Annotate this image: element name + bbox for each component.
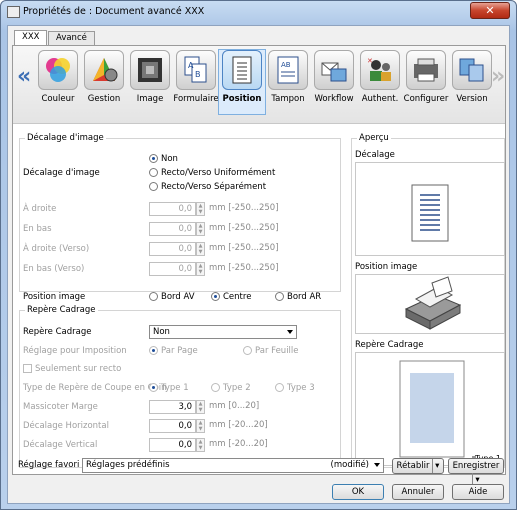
toolbar-item-workflow[interactable]: Workflow: [311, 50, 357, 114]
position-preview: [355, 274, 505, 334]
preview-position-label: Position image: [355, 262, 418, 272]
trim-margin-label: Massicoter Marge: [23, 402, 98, 412]
stamp-icon: AB: [277, 56, 299, 84]
toolbar-item-image[interactable]: Image: [127, 50, 173, 114]
position-option-bord-ar[interactable]: Bord AR: [275, 292, 321, 302]
toolbar-item-formulaire[interactable]: AB Formulaire: [173, 50, 219, 114]
image-icon: [138, 58, 162, 82]
crop-type-label: Type de Repère de Coupe en Coin: [23, 383, 167, 393]
offset-right-verso-label: À droite (Verso): [23, 244, 90, 254]
offset-option-uniform[interactable]: Recto/Verso Uniformément: [149, 168, 275, 178]
favorites-label: Réglage favori: [18, 460, 80, 470]
dialog-window: Propriétés de : Document avancé XXX ✕ XX…: [0, 0, 517, 510]
gear-color-icon: [93, 58, 118, 82]
offset-option-separate[interactable]: Recto/Verso Séparément: [149, 182, 266, 192]
crop-label: Repère Cadrage: [23, 327, 92, 337]
save-button[interactable]: Enregistrer ▾: [448, 458, 504, 487]
position-option-centre[interactable]: Centre: [211, 292, 251, 302]
scroll-right-icon[interactable]: »: [491, 64, 505, 89]
toolbar-item-tampon[interactable]: AB Tampon: [265, 50, 311, 114]
offset-group-title: Décalage d'image: [25, 133, 106, 143]
cancel-button[interactable]: Annuler: [392, 484, 444, 500]
printer-icon: [7, 6, 20, 18]
close-button[interactable]: ✕: [470, 2, 510, 19]
preview-offset-label: Décalage: [355, 150, 395, 160]
preview-title: Aperçu: [357, 133, 391, 143]
toolbar-item-gestion[interactable]: Gestion: [81, 50, 127, 114]
crop-type-option-3[interactable]: Type 3: [275, 383, 315, 393]
document-page-icon: [411, 184, 449, 242]
color-balls-icon: [46, 58, 70, 82]
offset-label: Décalage d'image: [23, 168, 100, 178]
svg-text:B: B: [195, 70, 201, 79]
title-bar: Propriétés de : Document avancé XXX ✕: [1, 1, 516, 25]
crop-type-option-2[interactable]: Type 2: [211, 383, 251, 393]
offset-down-label: En bas: [23, 224, 52, 234]
printer-config-icon: [414, 58, 438, 82]
tab-avance[interactable]: Avancé: [48, 31, 95, 46]
offset-preview: [355, 162, 505, 256]
crop-type-option-1[interactable]: Type 1: [149, 383, 189, 393]
toolbar-item-version[interactable]: Version: [449, 50, 495, 114]
version-icon: [459, 58, 484, 82]
window-title: Propriétés de : Document avancé XXX: [23, 6, 205, 17]
favorites-select[interactable]: Réglages prédéfinis (modifié): [82, 458, 384, 473]
scroll-left-icon[interactable]: «: [17, 64, 31, 89]
crop-select[interactable]: Non: [149, 325, 297, 339]
position-icon: [232, 56, 252, 84]
toolbar-item-couleur[interactable]: Couleur: [35, 50, 81, 114]
crop-group-title: Repère Cadrage: [25, 305, 98, 315]
toolbar-item-configurer[interactable]: Configurer: [403, 50, 449, 114]
workflow-icon: [321, 62, 347, 82]
imposition-option-feuille[interactable]: Par Feuille: [243, 346, 299, 356]
help-button[interactable]: Aide: [452, 484, 504, 500]
ok-button[interactable]: OK: [332, 484, 384, 500]
svg-text:A: A: [188, 61, 194, 70]
offset-right-label: À droite: [23, 204, 57, 214]
printer-icon: [404, 276, 462, 330]
offset-down-verso-label: En bas (Verso): [23, 264, 85, 274]
recto-only-checkbox[interactable]: Seulement sur recto: [23, 364, 121, 374]
preview-area: Aperçu Décalage Position image Repère Ca…: [351, 130, 505, 468]
position-option-bord-av[interactable]: Bord AV: [149, 292, 195, 302]
preview-crop-label: Repère Cadrage: [355, 340, 424, 350]
toolbar-item-authent[interactable]: ✕ Authent.: [357, 50, 403, 114]
offset-option-non[interactable]: Non: [149, 154, 178, 164]
position-label: Position image: [23, 292, 86, 302]
authentication-icon: ✕: [367, 57, 391, 81]
vertical-offset-label: Décalage Vertical: [23, 440, 98, 450]
dialog-client: XXX Avancé « Couleur Gestion Image A B F…: [7, 25, 510, 504]
chevron-down-icon: [287, 330, 293, 334]
settings-area: Décalage d'image Décalage d'image Non Re…: [19, 130, 345, 468]
tab-panel: « Couleur Gestion Image AB Formulaire Po…: [12, 45, 506, 475]
crop-page-icon: [399, 360, 476, 464]
feature-toolbar: « Couleur Gestion Image AB Formulaire Po…: [13, 46, 505, 124]
crop-preview: Type 1: [355, 352, 505, 466]
horizontal-offset-label: Décalage Horizontal: [23, 421, 109, 431]
toolbar-item-position[interactable]: Position: [218, 49, 266, 115]
imposition-label: Réglage pour Imposition: [23, 346, 127, 356]
svg-text:✕: ✕: [367, 57, 373, 65]
chevron-down-icon: [374, 463, 380, 467]
form-icon: AB: [184, 56, 207, 83]
imposition-option-page[interactable]: Par Page: [149, 346, 198, 356]
restore-button[interactable]: Rétablir ▾: [392, 458, 444, 474]
svg-text:AB: AB: [281, 61, 291, 69]
